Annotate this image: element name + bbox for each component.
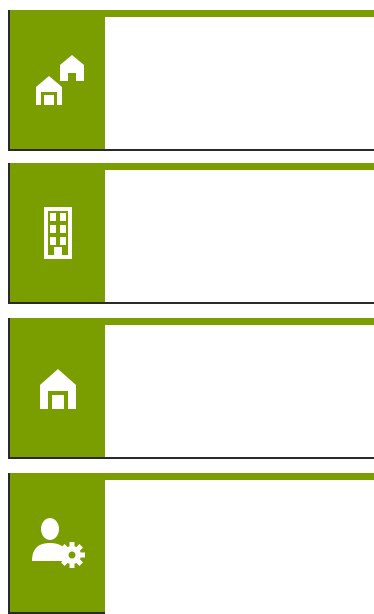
tile-home[interactable] (8, 318, 374, 459)
houses-icon (30, 54, 86, 105)
tile-user-settings[interactable] (8, 473, 374, 614)
tile-accent-bar (105, 163, 374, 170)
tile-content (105, 170, 374, 302)
tile-building[interactable] (8, 163, 374, 304)
user-settings-icon (30, 517, 86, 569)
tile-icon-panel (8, 318, 105, 459)
tile-divider (105, 457, 374, 459)
tile-icon-panel (8, 163, 105, 304)
tile-accent-bar (105, 10, 374, 17)
tile-content (105, 480, 374, 612)
tile-accent-bar (105, 473, 374, 480)
tile-icon-panel (8, 10, 105, 151)
home-icon (38, 367, 78, 409)
building-icon (40, 205, 76, 261)
tile-accent-bar (105, 318, 374, 325)
tile-content (105, 325, 374, 457)
tile-icon-panel (8, 473, 105, 614)
tile-divider (105, 302, 374, 304)
tile-content (105, 17, 374, 149)
tile-houses[interactable] (8, 10, 374, 151)
tile-divider (105, 149, 374, 151)
